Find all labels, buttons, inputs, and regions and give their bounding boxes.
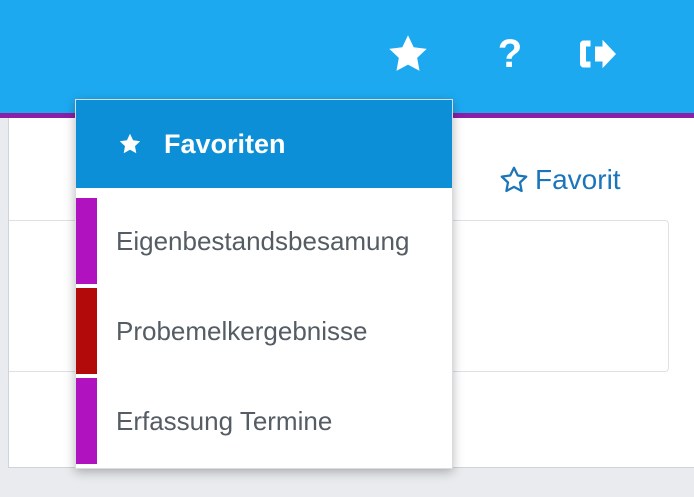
favorites-header-label: Favoriten <box>164 128 286 159</box>
favorite-item-eigenbestandsbesamung[interactable]: Eigenbestandsbesamung <box>76 196 452 286</box>
star-icon <box>119 133 141 154</box>
add-favorite-label: Favorit <box>535 164 621 195</box>
favorite-item-label: Erfassung Termine <box>116 405 333 436</box>
logout-button[interactable] <box>574 30 622 78</box>
sign-out-icon <box>580 39 616 69</box>
item-color-stripe <box>76 378 97 464</box>
help-icon: ? <box>497 32 523 76</box>
favorites-dropdown-header[interactable]: Favoriten <box>76 100 452 188</box>
star-outline-icon <box>500 166 528 193</box>
add-favorite-button[interactable]: Favorit <box>499 160 621 200</box>
favorites-dropdown-menu: Favoriten Eigenbestandsbesamung Probemel… <box>75 99 453 469</box>
help-button[interactable]: ? <box>486 30 534 78</box>
item-color-stripe <box>76 288 97 374</box>
favorite-item-label: Probemelkergebnisse <box>116 315 368 346</box>
item-color-stripe <box>76 198 97 284</box>
favorite-item-erfassung-termine[interactable]: Erfassung Termine <box>76 376 452 466</box>
star-icon <box>389 35 427 71</box>
favorites-star-button[interactable] <box>384 30 432 78</box>
favorite-item-label: Eigenbestandsbesamung <box>116 225 410 256</box>
favorite-item-probemelkergebnisse[interactable]: Probemelkergebnisse <box>76 286 452 376</box>
